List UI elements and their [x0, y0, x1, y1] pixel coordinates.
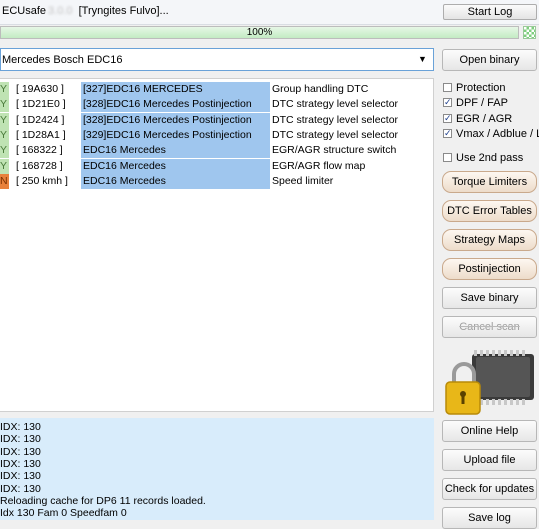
open-binary-button[interactable]: Open binary — [442, 49, 537, 71]
row-group: Speed limiter — [272, 174, 334, 187]
row-flag: Y — [0, 82, 9, 97]
log-line: IDX: 130 — [0, 421, 41, 433]
strategy-maps-button[interactable]: Strategy Maps — [442, 229, 537, 251]
checkbox-label: Protection — [456, 82, 506, 94]
loaded-file-name: [Tryngites Fulvo]... — [78, 5, 169, 17]
row-group: EGR/AGR structure switch — [272, 144, 397, 157]
row-group: DTC strategy level selector — [272, 98, 399, 111]
row-code: [ 168728 ] — [16, 159, 63, 172]
checkbox-label: EGR / AGR — [456, 113, 513, 125]
table-row[interactable]: N [ 250 kmh ] EDC16 Mercedes Speed limiter — [0, 173, 433, 189]
row-flag: Y — [0, 143, 9, 159]
checkbox-checked-icon[interactable]: ✓ — [443, 114, 452, 123]
checkbox-checked-icon[interactable]: ✓ — [443, 98, 452, 107]
row-code: [ 19A630 ] — [16, 83, 64, 95]
progress-bar: 100% — [0, 26, 519, 39]
table-row[interactable]: Y [ 1D2424 ] [328]EDC16 Mercedes Postinjec… — [0, 112, 433, 128]
row-code: [ 1D21E0 ] — [16, 98, 66, 111]
table-row[interactable]: Y [ 168322 ] EDC16 Mercedes EGR/AGR structu… — [0, 143, 433, 159]
row-flag: Y — [0, 112, 9, 128]
check-for-updates-button[interactable]: Check for updates — [442, 478, 537, 500]
row-code: [ 1D28A1 ] — [16, 128, 66, 141]
row-group: DTC strategy level selector — [272, 128, 399, 141]
table-row[interactable]: Y [ 1D21E0 ] [328]EDC16 Mercedes Postinjec… — [0, 97, 433, 113]
chevron-down-icon[interactable]: ▼ — [412, 49, 433, 70]
cancel-scan-button[interactable]: Cancel scan — [442, 316, 537, 338]
checkbox-checked-icon[interactable]: ✓ — [443, 129, 452, 138]
row-description: EDC16 Mercedes — [81, 173, 270, 189]
row-code: [ 168322 ] — [16, 144, 63, 157]
row-group: Group handling DTC — [272, 83, 369, 95]
log-line: IDX: 130 — [0, 457, 41, 470]
log-line: IDX: 130 — [0, 470, 41, 483]
title-bar: ECUsafe 3.0.0 [Tryngites Fulvo]... Start … — [0, 0, 539, 25]
row-description: EDC16 Mercedes — [81, 143, 270, 159]
row-group: EGR/AGR flow map — [272, 159, 366, 172]
log-line: IDX: 130 — [0, 445, 41, 458]
torque-limiters-button[interactable]: Torque Limiters — [442, 171, 537, 193]
row-description: [327]EDC16 MERCEDES — [81, 82, 270, 97]
log-line: IDX: 130 — [0, 433, 41, 446]
row-group: DTC strategy level selector — [272, 113, 399, 126]
dtc-list[interactable]: Y [ 19A630 ] [327]EDC16 MERCEDES Group hand… — [0, 78, 434, 412]
progress-text: 100% — [246, 27, 273, 38]
table-row[interactable]: Y [ 1D28A1 ] [329]EDC16 Mercedes Postinjec… — [0, 127, 433, 143]
dtc-error-tables-button[interactable]: DTC Error Tables — [442, 200, 537, 222]
row-flag: Y — [0, 127, 9, 143]
table-row[interactable]: Y [ 19A630 ] [327]EDC16 MERCEDES Group hand… — [0, 82, 433, 97]
app-title: ECUsafe 3.0.0 [Tryngites Fulvo]... — [2, 5, 169, 17]
postinjection-button[interactable]: Postinjection — [442, 258, 537, 280]
save-log-button[interactable]: Save log — [442, 507, 537, 529]
ecu-select[interactable]: Mercedes Bosch EDC16 ▼ — [0, 48, 434, 71]
checkbox-empty-icon[interactable] — [443, 83, 452, 92]
start-log-button[interactable]: Start Log — [443, 4, 537, 20]
checkbox-label: Vmax / Adblue / L2 — [456, 128, 539, 140]
row-flag: Y — [0, 97, 9, 113]
status-checker-icon — [523, 26, 536, 39]
ecu-select-value: Mercedes Bosch EDC16 — [2, 54, 123, 66]
row-flag: Y — [0, 158, 9, 174]
row-description: [329]EDC16 Mercedes Postinjection — [81, 127, 270, 143]
row-description: EDC16 Mercedes — [81, 158, 270, 174]
save-binary-button[interactable]: Save binary — [442, 287, 537, 309]
log-line: IDX: 130 — [0, 482, 41, 495]
app-version: 3.0.0 — [48, 5, 73, 17]
online-help-button[interactable]: Online Help — [442, 420, 537, 442]
table-row[interactable]: Y [ 168728 ] EDC16 Mercedes EGR/AGR flow ma… — [0, 158, 433, 174]
log-panel[interactable]: IDX: 130 IDX: 130 IDX: 130 IDX: 130 IDX: 130… — [0, 418, 434, 520]
row-code: [ 250 kmh ] — [16, 174, 68, 187]
app-name: ECUsafe — [2, 5, 47, 17]
checkbox-label: Use 2nd pass — [456, 152, 524, 164]
checkbox-empty-icon[interactable] — [443, 153, 452, 162]
checkbox-label: DPF / FAP — [456, 97, 508, 109]
log-line: Reloading cache for DP6 11 records loade… — [0, 494, 206, 507]
row-code: [ 1D2424 ] — [16, 113, 65, 126]
row-description: [328]EDC16 Mercedes Postinjection — [81, 97, 270, 113]
log-line: Idx 130 Fam 0 Speedfam 0 — [0, 507, 127, 520]
ecu-lock-image — [445, 350, 534, 415]
upload-file-button[interactable]: Upload file — [442, 449, 537, 471]
row-flag: N — [0, 173, 9, 189]
row-description: [328]EDC16 Mercedes Postinjection — [81, 112, 270, 128]
